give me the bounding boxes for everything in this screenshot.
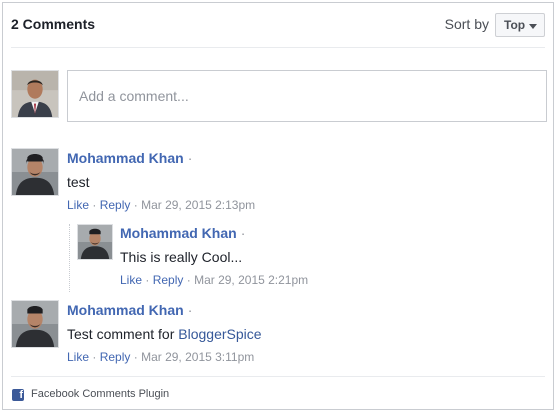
commenter-avatar[interactable]	[11, 300, 59, 348]
author-name[interactable]: Mohammad Khan	[67, 150, 184, 166]
reply-link[interactable]: Reply	[153, 273, 184, 287]
like-link[interactable]: Like	[67, 350, 89, 364]
facebook-icon[interactable]: f	[12, 389, 24, 401]
comments-header: 2 Comments Sort by Top	[11, 3, 545, 48]
sort-by-label: Sort by	[444, 16, 489, 32]
plugin-link[interactable]: Facebook Comments Plugin	[31, 388, 169, 400]
comment-author[interactable]: Mohammad Khan ·	[67, 302, 192, 318]
reply-author-avatar[interactable]	[77, 224, 113, 260]
reply-link[interactable]: Reply	[100, 350, 131, 364]
reply-actions: Like · Reply · Mar 29, 2015 2:21pm	[120, 273, 309, 287]
name-separator: ·	[240, 225, 246, 241]
comment-timestamp[interactable]: Mar 29, 2015 2:13pm	[141, 198, 255, 212]
comment-author[interactable]: Mohammad Khan ·	[67, 150, 192, 166]
comment-text-link[interactable]: BloggerSpice	[178, 326, 261, 342]
plugin-footer: f Facebook Comments Plugin	[11, 376, 545, 411]
reply-text: This is really Cool...	[120, 249, 243, 265]
reply-author[interactable]: Mohammad Khan ·	[120, 225, 245, 241]
caret-down-icon	[529, 24, 537, 29]
comment-timestamp[interactable]: Mar 29, 2015 3:11pm	[141, 350, 254, 364]
comment-input[interactable]: Add a comment...	[67, 70, 547, 122]
like-link[interactable]: Like	[120, 273, 142, 287]
author-name[interactable]: Mohammad Khan	[120, 225, 237, 241]
sort-dropdown[interactable]: Top	[495, 13, 545, 37]
commenter-avatar[interactable]	[11, 148, 59, 196]
comment-text: Test comment for BloggerSpice	[67, 326, 262, 342]
current-user-avatar	[11, 70, 59, 118]
comment-text-plain: Test comment for	[67, 326, 179, 342]
comment-count: 2 Comments	[11, 16, 96, 32]
sort-selected-value: Top	[504, 18, 526, 32]
reply-timestamp[interactable]: Mar 29, 2015 2:21pm	[194, 273, 308, 287]
reply-link[interactable]: Reply	[100, 198, 131, 212]
name-separator: ·	[187, 302, 193, 318]
comment-actions: Like · Reply · Mar 29, 2015 2:13pm	[67, 198, 256, 212]
like-link[interactable]: Like	[67, 198, 89, 212]
comments-plugin: 2 Comments Sort by Top Add a comment...	[2, 2, 554, 410]
comment-actions: Like · Reply · Mar 29, 2015 3:11pm	[67, 350, 255, 364]
name-separator: ·	[187, 150, 193, 166]
author-name[interactable]: Mohammad Khan	[67, 302, 184, 318]
reply-thread-line	[69, 224, 70, 292]
comment-text: test	[67, 174, 90, 190]
